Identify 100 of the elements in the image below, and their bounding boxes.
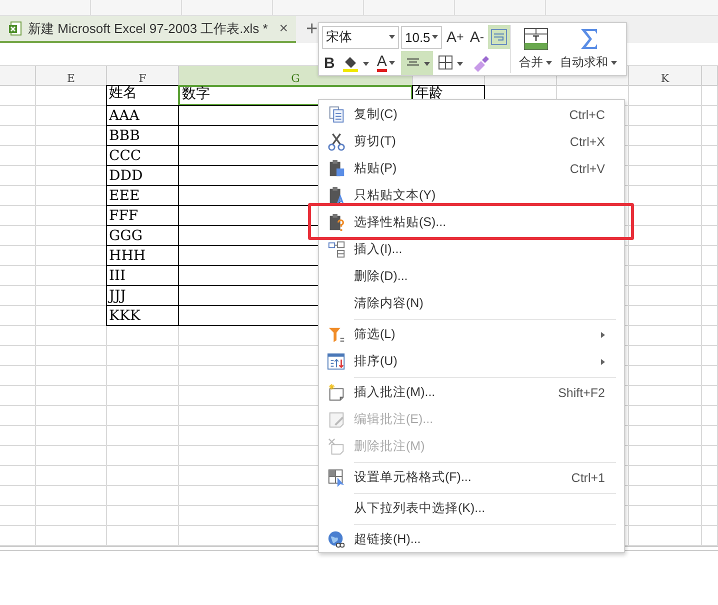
table-cell bbox=[702, 106, 718, 126]
table-cell bbox=[702, 466, 718, 486]
merge-cells-icon bbox=[524, 28, 548, 50]
close-button[interactable]: × bbox=[279, 20, 288, 37]
menu-item[interactable]: 粘贴(P) Ctrl+V bbox=[319, 155, 624, 182]
copy-icon bbox=[327, 105, 346, 124]
table-cell bbox=[702, 326, 718, 346]
align-button[interactable] bbox=[400, 51, 433, 75]
table-cell bbox=[702, 506, 718, 526]
table-cell bbox=[0, 146, 36, 166]
table-cell bbox=[0, 506, 36, 526]
file-tab[interactable]: 新建 Microsoft Excel 97-2003 工作表.xls * × bbox=[0, 16, 296, 43]
table-cell bbox=[702, 526, 718, 546]
menu-item[interactable]: 清除内容(N) bbox=[319, 290, 624, 317]
table-cell bbox=[702, 286, 718, 306]
menu-item[interactable]: 超链接(H)... bbox=[319, 526, 624, 553]
table-cell bbox=[0, 446, 36, 466]
table-cell bbox=[0, 86, 36, 106]
menu-item[interactable]: 剪切(T) Ctrl+X bbox=[319, 128, 624, 155]
menu-item[interactable]: 插入(I)... bbox=[319, 236, 624, 263]
scissors-icon bbox=[327, 132, 346, 151]
table-cell bbox=[702, 266, 718, 286]
table-cell bbox=[0, 186, 36, 206]
spreadsheet-icon bbox=[8, 21, 22, 36]
table-cell bbox=[0, 386, 36, 406]
table-cell bbox=[702, 386, 718, 406]
note-icon bbox=[327, 437, 346, 456]
menu-item[interactable]: 设置单元格格式(F)... Ctrl+1 bbox=[319, 464, 624, 491]
table-cell bbox=[0, 306, 36, 326]
table-cell bbox=[36, 446, 107, 466]
table-cell bbox=[0, 166, 36, 186]
paint-bucket-icon bbox=[340, 54, 371, 72]
table-cell bbox=[702, 366, 718, 386]
clipboard-icon bbox=[327, 186, 346, 205]
sort-icon bbox=[327, 352, 346, 371]
column-header[interactable]: K bbox=[629, 66, 702, 86]
menu-item[interactable]: 插入批注(M)... Shift+F2 bbox=[319, 379, 624, 406]
table-cell: 姓名 bbox=[106, 85, 179, 106]
autosum-button[interactable]: 自动求和 bbox=[560, 28, 617, 71]
table-cell bbox=[702, 346, 718, 366]
insert-icon bbox=[327, 240, 346, 259]
size-dropdown[interactable]: 10.5 bbox=[400, 26, 442, 48]
grid-icon bbox=[436, 54, 465, 72]
menu-item[interactable]: 从下拉列表中选择(K)... bbox=[319, 495, 624, 522]
table-cell bbox=[702, 306, 718, 326]
format-cells-icon bbox=[327, 468, 346, 487]
note-icon bbox=[327, 410, 346, 429]
sigma-icon bbox=[580, 28, 598, 50]
table-cell bbox=[36, 386, 107, 406]
table-cell bbox=[702, 206, 718, 226]
table-cell bbox=[36, 406, 107, 426]
table-cell bbox=[702, 486, 718, 506]
table-cell bbox=[0, 486, 36, 506]
table-cell bbox=[0, 286, 36, 306]
table-cell bbox=[702, 86, 718, 106]
menu-item[interactable]: 删除(D)... bbox=[319, 263, 624, 290]
wrap-text-icon bbox=[490, 28, 508, 46]
menu-item[interactable]: 排序(U) bbox=[319, 348, 624, 375]
table-cell bbox=[702, 126, 718, 146]
table-cell bbox=[36, 346, 107, 366]
table-cell bbox=[0, 246, 36, 266]
table-cell bbox=[0, 106, 36, 126]
table-cell bbox=[36, 506, 107, 526]
table-cell bbox=[0, 326, 36, 346]
table-cell bbox=[0, 466, 36, 486]
table-cell bbox=[0, 266, 36, 286]
menu-item[interactable]: 选择性粘贴(S)... bbox=[319, 209, 624, 236]
font-dropdown[interactable]: 宋体 bbox=[322, 26, 399, 48]
table-cell bbox=[0, 346, 36, 366]
table-cell: KKK bbox=[106, 305, 179, 326]
filter-icon bbox=[327, 325, 346, 344]
table-cell bbox=[702, 246, 718, 266]
table-cell bbox=[36, 526, 107, 546]
table-cell bbox=[702, 186, 718, 206]
table-cell bbox=[702, 226, 718, 246]
table-cell bbox=[0, 126, 36, 146]
table-cell bbox=[0, 366, 36, 386]
clipboard-icon bbox=[327, 213, 346, 232]
menu-item[interactable]: 只粘贴文本(Y) bbox=[319, 182, 624, 209]
wrap-text-button[interactable] bbox=[488, 25, 510, 49]
merge-button[interactable]: 合并 bbox=[519, 28, 552, 71]
column-header[interactable]: E bbox=[36, 66, 107, 86]
table-cell bbox=[0, 226, 36, 246]
table-cell bbox=[702, 426, 718, 446]
menu-item[interactable]: 筛选(L) bbox=[319, 321, 624, 348]
table-cell bbox=[36, 366, 107, 386]
table-cell bbox=[36, 486, 107, 506]
note-icon bbox=[327, 383, 346, 402]
table-cell bbox=[0, 526, 36, 546]
caret-icon bbox=[432, 35, 438, 39]
globe-icon bbox=[327, 530, 346, 549]
caret-icon bbox=[388, 35, 395, 39]
table-cell bbox=[702, 406, 718, 426]
table-cell bbox=[702, 446, 718, 466]
table-cell bbox=[0, 206, 36, 226]
table-cell bbox=[36, 466, 107, 486]
new-tab-button[interactable]: + bbox=[300, 16, 324, 43]
table-cell bbox=[36, 426, 107, 446]
column-header[interactable]: F bbox=[107, 66, 179, 86]
table-cell bbox=[0, 426, 36, 446]
